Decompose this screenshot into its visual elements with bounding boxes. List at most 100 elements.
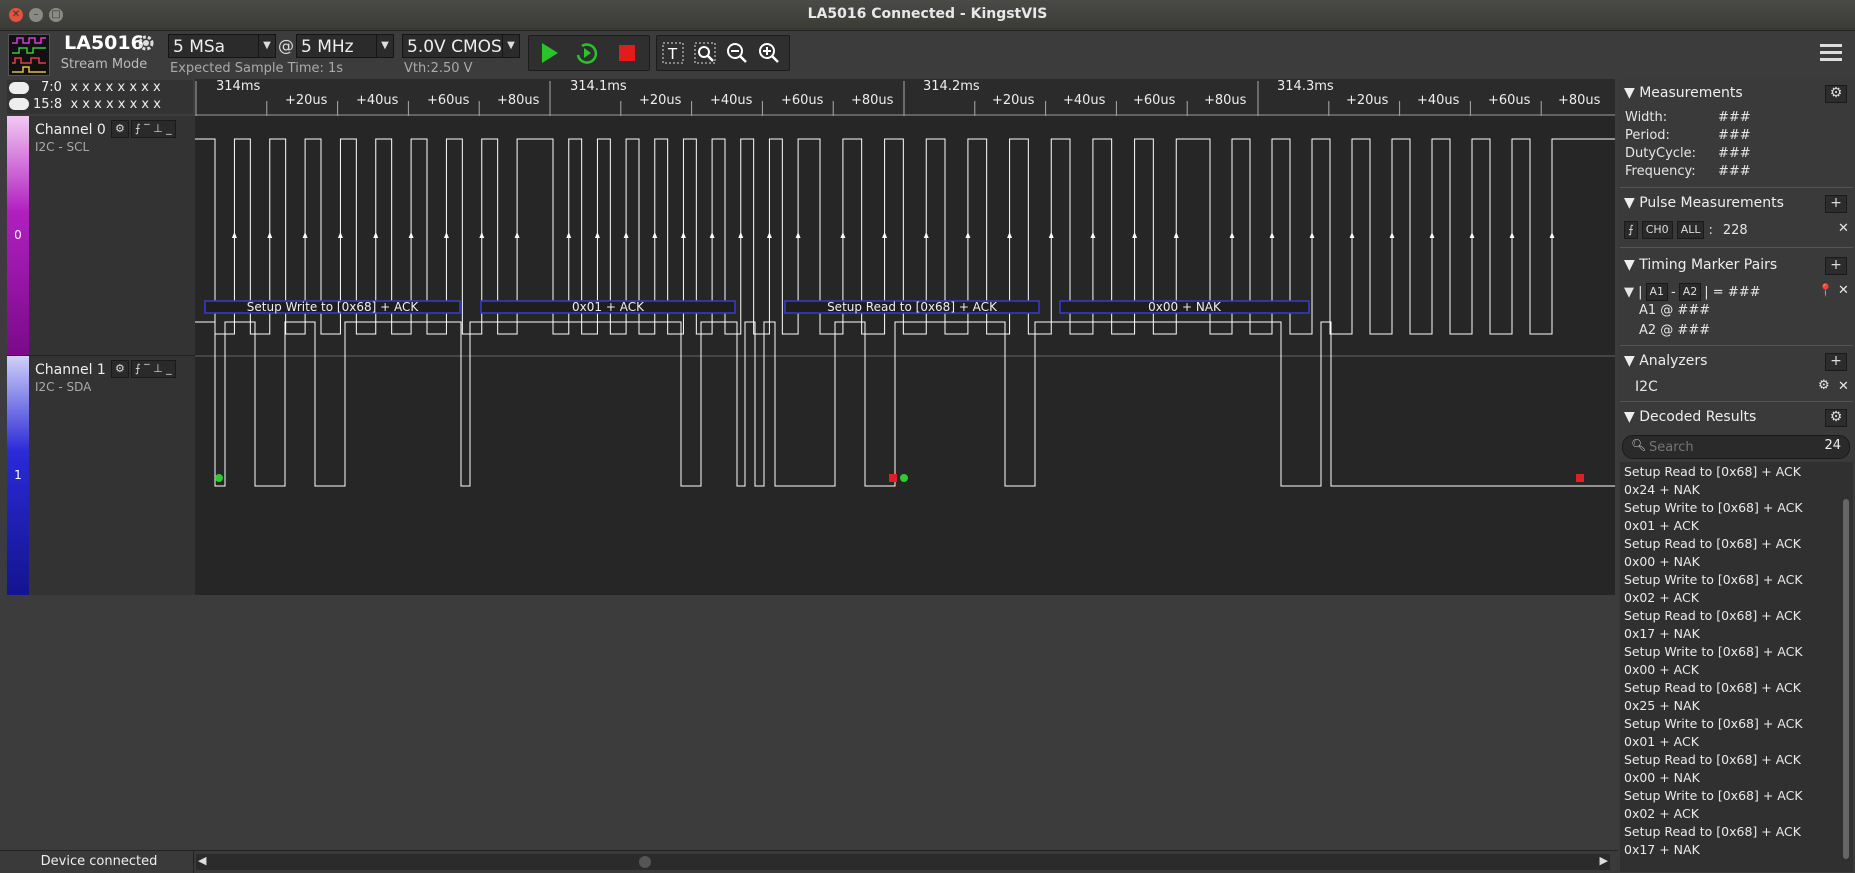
gear-icon[interactable]: ⚙ xyxy=(1818,378,1830,393)
decoded-result-item[interactable]: Setup Write to [0x68] + ACK xyxy=(1624,644,1803,659)
group-values: x x x x x x x x xyxy=(70,97,161,112)
decoded-result-item[interactable]: 0x17 + NAK xyxy=(1624,626,1700,641)
sda-waveform xyxy=(195,321,1615,487)
pulse-measurements-header[interactable]: ▼ Pulse Measurements xyxy=(1624,195,1784,211)
waveform-canvas[interactable]: Setup Write to [0x68] + ACK 0x01 + ACK Set… xyxy=(195,116,1615,595)
decoded-results-list[interactable]: Setup Read to [0x68] + ACK 0x24 + NAK Setu… xyxy=(1620,462,1853,872)
decoded-result-item[interactable]: Setup Read to [0x68] + ACK xyxy=(1624,608,1801,623)
rising-edge-marker xyxy=(652,232,658,238)
decoded-result-item[interactable]: Setup Read to [0x68] + ACK xyxy=(1624,752,1801,767)
window-title: LA5016 Connected - KingstVIS xyxy=(807,6,1048,22)
decoded-result-item[interactable]: 0x25 + NAK xyxy=(1624,698,1700,713)
channel-1-header[interactable]: 1 Channel 1 I2C - SDA ⚙ ⨍ ‾ ⊥ _ xyxy=(7,356,195,596)
title-bar: ✕ – □ LA5016 Connected - KingstVIS xyxy=(0,0,1855,31)
decoded-result-item[interactable]: Setup Write to [0x68] + ACK xyxy=(1624,788,1803,803)
waveform-area[interactable]: Setup Write to [0x68] + ACK 0x01 + ACK Set… xyxy=(195,116,1615,595)
trigger-edge-icon[interactable]: ⨍ ‾ ⊥ _ xyxy=(130,120,176,138)
decoded-result-item[interactable]: 0x02 + ACK xyxy=(1624,806,1699,821)
group-toggle[interactable] xyxy=(9,98,29,110)
add-icon[interactable]: + xyxy=(1825,353,1847,371)
trigger-edge-icon[interactable]: ⨍ ‾ ⊥ _ xyxy=(130,360,176,378)
decoded-result-item[interactable]: Setup Read to [0x68] + ACK xyxy=(1624,536,1801,551)
gear-icon[interactable]: ⚙ xyxy=(111,120,129,138)
pulse-channel-button[interactable]: CH0 xyxy=(1641,221,1673,239)
pulse-all-button[interactable]: ALL xyxy=(1676,221,1705,239)
gear-icon[interactable]: ⚙ xyxy=(111,360,129,378)
sample-depth-select[interactable]: 5 MSa ▼ xyxy=(168,34,276,58)
timing-title: Timing Marker Pairs xyxy=(1639,257,1778,273)
threshold-select[interactable]: 5.0V CMOS ▼ xyxy=(402,34,520,58)
decoded-result-item[interactable]: 0x00 + ACK xyxy=(1624,662,1699,677)
measure-frequency-label: Frequency: xyxy=(1625,164,1696,179)
edge-icon[interactable]: ⨍ xyxy=(1624,221,1638,239)
sample-rate-select[interactable]: 5 MHz ▼ xyxy=(296,34,394,58)
horizontal-scrollbar[interactable]: ◀ ▶ xyxy=(196,854,1610,870)
repeat-start-icon[interactable] xyxy=(573,39,601,67)
rising-edge-marker xyxy=(623,232,629,238)
zoom-region-icon[interactable] xyxy=(691,39,719,67)
measurements-title: Measurements xyxy=(1639,85,1743,101)
channel-1-analyzer: I2C - SDA xyxy=(35,380,92,394)
analyzers-header[interactable]: ▼ Analyzers xyxy=(1624,353,1707,369)
decoded-result-item[interactable]: Setup Read to [0x68] + ACK xyxy=(1624,824,1801,839)
marker-a2-button[interactable]: A2 xyxy=(1678,283,1702,301)
decoded-result-item[interactable]: 0x00 + NAK xyxy=(1624,554,1700,569)
marker-a1-button[interactable]: A1 xyxy=(1645,283,1669,301)
zoom-out-icon[interactable] xyxy=(723,39,751,67)
channel-0-header[interactable]: 0 Channel 0 I2C - SCL ⚙ ⨍ ‾ ⊥ _ xyxy=(7,116,195,356)
decoded-result-item[interactable]: Setup Write to [0x68] + ACK xyxy=(1624,716,1803,731)
stop-icon[interactable] xyxy=(613,39,641,67)
scroll-left-icon[interactable]: ◀ xyxy=(198,854,206,867)
decoded-search[interactable]: 🔍︎ 24 xyxy=(1622,435,1850,459)
search-icon: 🔍︎ xyxy=(1631,438,1647,452)
zoom-in-icon[interactable] xyxy=(755,39,783,67)
analyzer-item[interactable]: I2C xyxy=(1635,379,1658,395)
decoded-result-item[interactable]: 0x24 + NAK xyxy=(1624,482,1700,497)
decoded-result-item[interactable]: Setup Write to [0x68] + ACK xyxy=(1624,500,1803,515)
close-icon[interactable]: ✕ xyxy=(1838,283,1849,298)
close-icon[interactable]: ✕ xyxy=(1838,221,1849,236)
gear-icon[interactable]: ⚙ xyxy=(1825,85,1847,103)
scroll-thumb[interactable] xyxy=(639,856,651,868)
text-cursor-icon[interactable]: T xyxy=(659,39,687,67)
rising-edge-marker xyxy=(594,232,600,238)
decoded-result-item[interactable]: Setup Read to [0x68] + ACK xyxy=(1624,680,1801,695)
decoded-scrollbar[interactable] xyxy=(1843,499,1849,859)
channel-0-name[interactable]: Channel 0 xyxy=(35,122,106,138)
ruler-ticks xyxy=(195,81,1615,116)
add-icon[interactable]: + xyxy=(1825,195,1847,213)
decoded-result-item[interactable]: 0x17 + NAK xyxy=(1624,842,1700,857)
chevron-down-icon: ▼ xyxy=(376,35,393,57)
device-settings-gear-icon[interactable] xyxy=(136,33,156,53)
decoded-results-header[interactable]: ▼ Decoded Results xyxy=(1624,409,1756,425)
search-input[interactable] xyxy=(1647,438,1801,456)
decoded-result-item[interactable]: Setup Read to [0x68] + ACK xyxy=(1624,464,1801,479)
decoded-result-item[interactable]: 0x01 + ACK xyxy=(1624,734,1699,749)
add-icon[interactable]: + xyxy=(1825,257,1847,275)
channel-1-number: 1 xyxy=(14,468,22,482)
rising-edge-marker xyxy=(1048,232,1054,238)
collapse-icon[interactable]: ▼ | xyxy=(1624,285,1643,300)
hamburger-menu-icon[interactable] xyxy=(1820,41,1842,63)
rising-edge-marker xyxy=(840,232,846,238)
measurements-header[interactable]: ▼ Measurements xyxy=(1624,85,1743,101)
group-toggle[interactable] xyxy=(9,82,29,94)
rising-edge-marker xyxy=(1173,232,1179,238)
channel-1-name[interactable]: Channel 1 xyxy=(35,362,106,378)
decoded-result-item[interactable]: 0x00 + NAK xyxy=(1624,770,1700,785)
decoded-result-item[interactable]: 0x02 + ACK xyxy=(1624,590,1699,605)
gear-icon[interactable]: ⚙ xyxy=(1825,409,1847,427)
close-icon[interactable]: ✕ xyxy=(1838,379,1849,394)
decoded-result-item[interactable]: Setup Write to [0x68] + ACK xyxy=(1624,572,1803,587)
decoded-result-item[interactable]: 0x01 + ACK xyxy=(1624,518,1699,533)
pin-icon[interactable]: 📍 xyxy=(1818,283,1833,297)
scroll-right-icon[interactable]: ▶ xyxy=(1600,854,1608,867)
timing-marker-header[interactable]: ▼ Timing Marker Pairs xyxy=(1624,257,1777,273)
rising-edge-marker xyxy=(443,232,449,238)
time-ruler[interactable]: 314ms +20us +40us +60us +80us 314.1ms +2… xyxy=(195,79,1615,116)
rising-edge-marker xyxy=(1229,232,1235,238)
start-icon[interactable] xyxy=(535,39,563,67)
group-label: 7:0 xyxy=(41,80,62,95)
rising-edge-marker xyxy=(1429,232,1435,238)
device-logo-icon[interactable] xyxy=(8,34,50,76)
